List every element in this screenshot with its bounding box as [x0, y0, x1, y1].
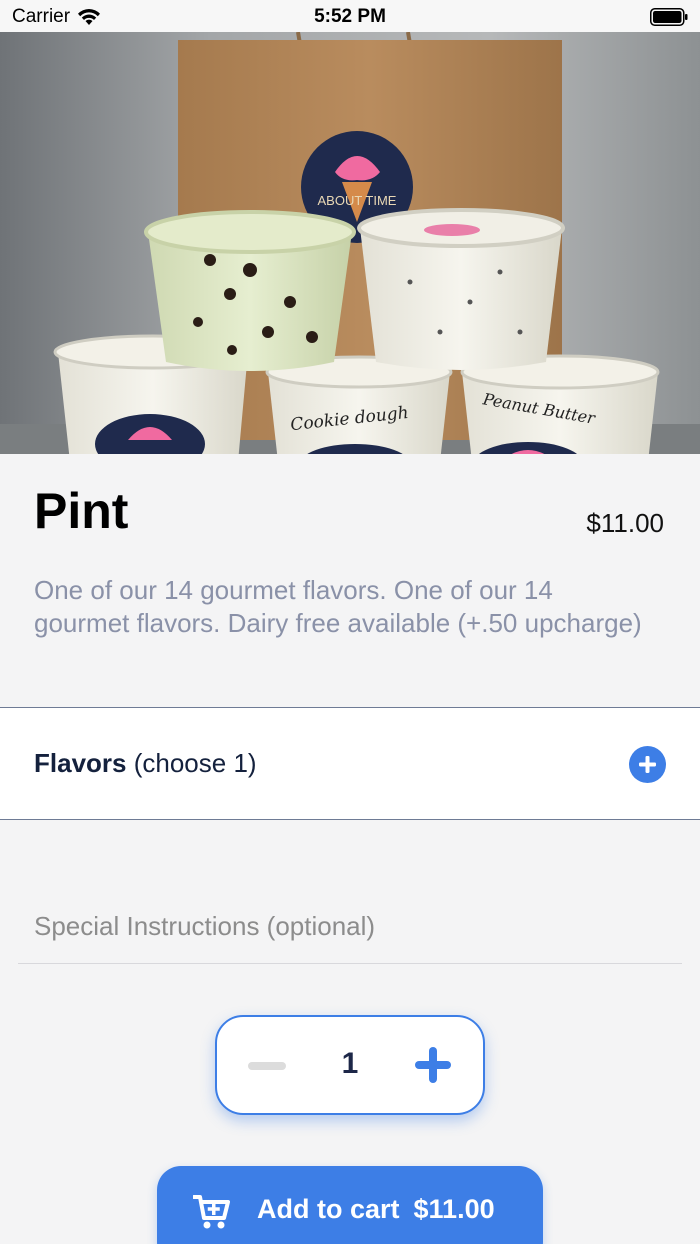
increase-quantity-button[interactable] [413, 1045, 453, 1085]
add-to-cart-price: $11.00 [413, 1194, 495, 1224]
status-bar: Carrier 5:52 PM [0, 0, 700, 32]
product-description: One of our 14 gourmet flavors. One of ou… [34, 575, 642, 638]
add-to-cart-button[interactable]: Add to cart $11.00 [157, 1166, 543, 1244]
special-instructions-input[interactable] [18, 890, 682, 964]
product-title: Pint [34, 483, 129, 539]
add-flavor-button[interactable] [629, 746, 666, 783]
plus-icon [639, 756, 656, 773]
bag-logo-text: ABOUT TIME [318, 193, 397, 208]
quantity-stepper: 1 [215, 1015, 485, 1115]
flavors-heading: Flavors (choose 1) [34, 748, 257, 779]
flavors-hint: (choose 1) [126, 748, 257, 778]
add-to-cart-label: Add to cart [257, 1194, 400, 1224]
battery-icon [650, 8, 688, 26]
cart-plus-icon [193, 1195, 230, 1229]
flavors-option-row[interactable]: Flavors (choose 1) [0, 707, 700, 820]
flavors-label: Flavors [34, 748, 127, 778]
product-price: $11.00 [586, 508, 664, 538]
status-time: 5:52 PM [314, 6, 386, 27]
product-image: ABOUT TIME Cookie dough Peanut Butter [0, 32, 700, 454]
